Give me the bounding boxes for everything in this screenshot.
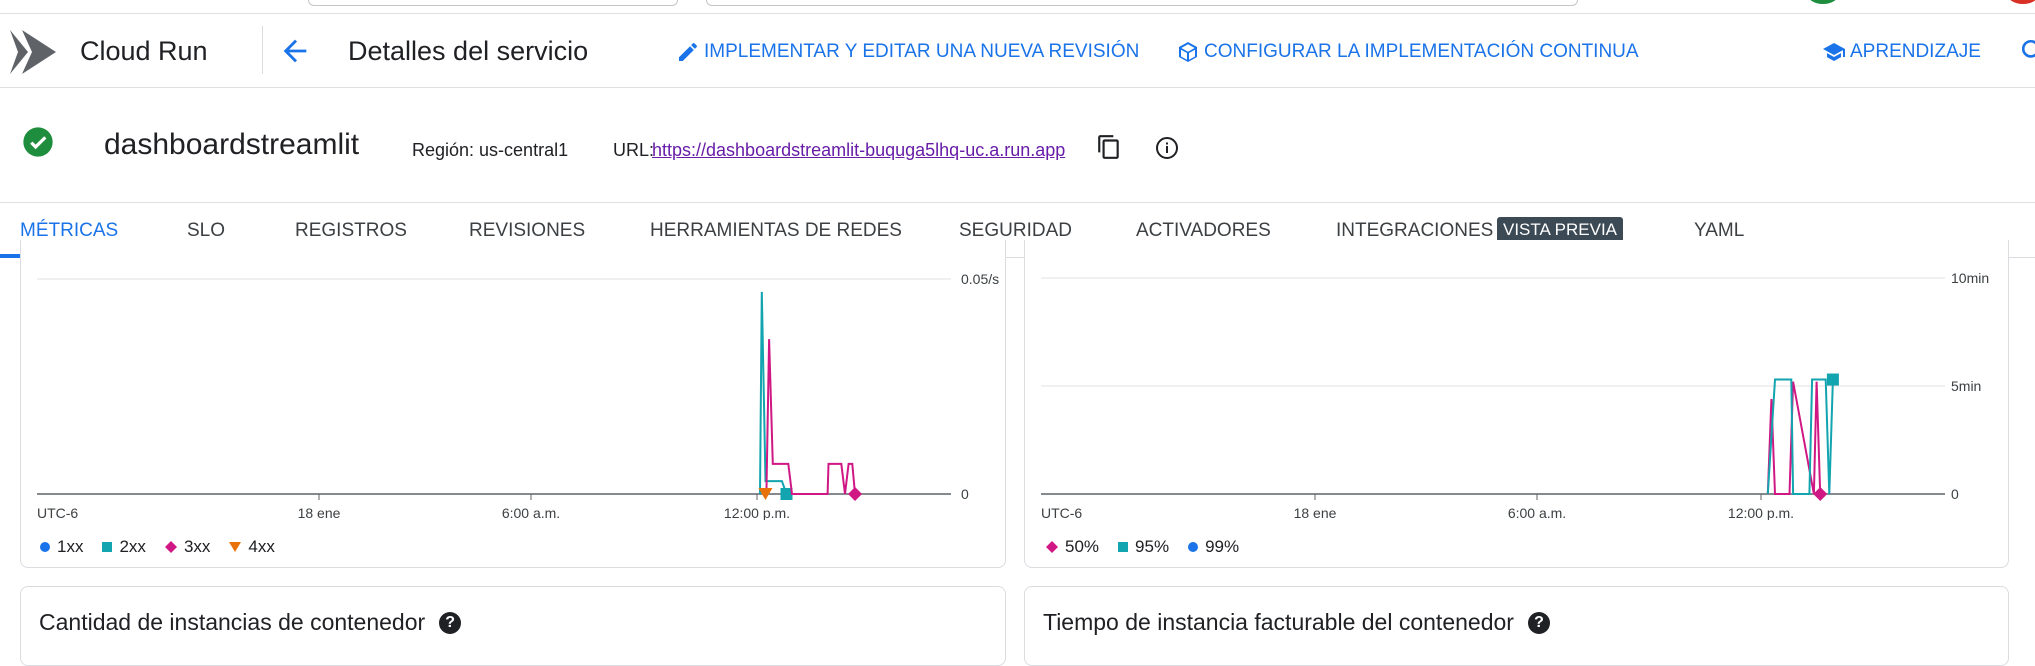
service-summary: dashboardstreamlit Región: us-central1 U… bbox=[0, 88, 2035, 202]
tab-seguridad[interactable]: SEGURIDAD bbox=[959, 220, 1072, 242]
deploy-new-revision-button[interactable]: IMPLEMENTAR Y EDITAR UNA NUEVA REVISIÓN bbox=[676, 40, 1139, 64]
info-icon[interactable] bbox=[1155, 136, 1179, 165]
cloud-run-logo-icon bbox=[10, 28, 56, 81]
divider bbox=[262, 26, 263, 74]
global-search-box[interactable] bbox=[706, 0, 1578, 6]
y-tick-label: 0 bbox=[1951, 486, 1959, 502]
y-tick-label: 0.05/s bbox=[961, 271, 999, 287]
request-count-legend: 1xx 2xx 3xx 4xx bbox=[39, 537, 275, 557]
tab-integraciones[interactable]: INTEGRACIONES bbox=[1336, 220, 1493, 242]
diamond-marker-icon bbox=[1046, 541, 1058, 553]
latency-legend: 50% 95% 99% bbox=[1045, 537, 1239, 557]
series-line-95% bbox=[1766, 378, 1834, 495]
help-icon[interactable]: ? bbox=[439, 611, 462, 634]
instance-count-card: Cantidad de instancias de contenedor ? bbox=[20, 586, 1006, 666]
legend-label: 99% bbox=[1205, 537, 1240, 556]
latency-chart-card: 0 5min 10min UTC-6 18 ene 6:00 a.m. 12:00 p.m.… bbox=[1024, 240, 2009, 568]
y-tick-label: 10min bbox=[1951, 270, 1989, 286]
square-marker-icon bbox=[1118, 542, 1129, 552]
status-indicator bbox=[1808, 0, 1838, 4]
legend-item-95[interactable]: 95% bbox=[1117, 537, 1169, 557]
school-icon bbox=[1823, 43, 1845, 61]
x-tick-label: 6:00 a.m. bbox=[1508, 505, 1566, 520]
account-avatar[interactable] bbox=[2008, 0, 2035, 4]
pencil-icon bbox=[679, 42, 698, 61]
billable-instance-time-title: Tiempo de instancia facturable del conte… bbox=[1043, 609, 1550, 636]
series-marker-3xx bbox=[848, 487, 863, 501]
card-title-text: Tiempo de instancia facturable del conte… bbox=[1043, 609, 1514, 635]
x-tick-label: 12:00 p.m. bbox=[724, 505, 790, 520]
billable-instance-time-card: Tiempo de instancia facturable del conte… bbox=[1024, 586, 2009, 666]
request-count-chart-card: 0 0.05/s UTC-6 18 ene 6:00 a.m. 12:00 p.m. 1x… bbox=[20, 240, 1006, 568]
card-title-text: Cantidad de instancias de contenedor bbox=[39, 609, 426, 635]
legend-item-1xx[interactable]: 1xx bbox=[39, 537, 83, 557]
legend-item-50[interactable]: 50% bbox=[1045, 537, 1099, 557]
tab-activadores[interactable]: ACTIVADORES bbox=[1136, 220, 1271, 242]
project-selector[interactable] bbox=[308, 0, 678, 6]
help-icon[interactable]: ? bbox=[1527, 611, 1550, 634]
x-tick-label: 6:00 a.m. bbox=[502, 505, 560, 520]
x-tick-label: UTC-6 bbox=[37, 505, 78, 520]
tab-revisiones[interactable]: REVISIONES bbox=[469, 220, 585, 242]
x-tick-label: 18 ene bbox=[1294, 505, 1337, 520]
product-name: Cloud Run bbox=[80, 36, 208, 66]
legend-item-99[interactable]: 99% bbox=[1187, 537, 1239, 557]
legend-item-3xx[interactable]: 3xx bbox=[164, 537, 210, 557]
diamond-marker-icon bbox=[164, 541, 177, 553]
service-name: dashboardstreamlit bbox=[104, 128, 360, 161]
series-marker-50% bbox=[1813, 487, 1828, 501]
tab-yaml[interactable]: YAML bbox=[1694, 220, 1744, 242]
instance-count-title: Cantidad de instancias de contenedor ? bbox=[39, 609, 462, 636]
y-tick-label: 5min bbox=[1951, 378, 1981, 394]
search-icon[interactable] bbox=[2020, 38, 2035, 69]
tab-slo[interactable]: SLO bbox=[187, 220, 225, 242]
x-tick-label: UTC-6 bbox=[1041, 505, 1082, 520]
tab-herramientas-de-redes[interactable]: HERRAMIENTAS DE REDES bbox=[650, 220, 902, 242]
app-bar: Cloud Run Detalles del servicio IMPLEMEN… bbox=[0, 14, 2035, 88]
service-url-link[interactable]: https://dashboardstreamlit-buquga5lhq-uc… bbox=[652, 140, 1065, 161]
series-line-3xx bbox=[765, 339, 856, 495]
top-strip bbox=[0, 0, 2035, 14]
setup-continuous-deployment-label: CONFIGURAR LA IMPLEMENTACIÓN CONTINUA bbox=[1204, 41, 1639, 62]
x-tick-label: 18 ene bbox=[298, 505, 341, 520]
request-count-chart: 0 0.05/s UTC-6 18 ene 6:00 a.m. 12:00 p.m. bbox=[37, 271, 999, 520]
service-region: Región: us-central1 bbox=[412, 140, 569, 160]
back-arrow-icon[interactable] bbox=[278, 34, 312, 68]
latency-chart: 0 5min 10min UTC-6 18 ene 6:00 a.m. 12:00 p.m. bbox=[1041, 270, 1989, 520]
x-tick-label: 12:00 p.m. bbox=[1728, 505, 1794, 520]
legend-label: 95% bbox=[1135, 537, 1170, 556]
tab-metricas[interactable]: MÉTRICAS bbox=[20, 220, 118, 242]
legend-label: 3xx bbox=[183, 537, 211, 556]
square-marker-icon bbox=[102, 542, 113, 552]
url-label: URL: bbox=[613, 140, 655, 160]
learning-label: APRENDIZAJE bbox=[1850, 41, 1981, 62]
tab-registros[interactable]: REGISTROS bbox=[295, 220, 407, 242]
legend-label: 4xx bbox=[248, 537, 275, 556]
circle-marker-icon bbox=[40, 542, 50, 552]
check-circle-icon bbox=[22, 126, 54, 163]
legend-label: 50% bbox=[1065, 537, 1100, 556]
deploy-new-revision-label: IMPLEMENTAR Y EDITAR UNA NUEVA REVISIÓN bbox=[704, 41, 1140, 62]
page-title: Detalles del servicio bbox=[348, 36, 589, 66]
legend-label: 2xx bbox=[119, 537, 146, 556]
circle-marker-icon bbox=[1188, 542, 1199, 552]
setup-continuous-deployment-button[interactable]: CONFIGURAR LA IMPLEMENTACIÓN CONTINUA bbox=[1176, 40, 1639, 64]
learning-button[interactable]: APRENDIZAJE bbox=[1822, 40, 1981, 64]
legend-item-2xx[interactable]: 2xx bbox=[101, 537, 146, 557]
series-marker-95% bbox=[1826, 373, 1839, 386]
legend-label: 1xx bbox=[57, 537, 84, 556]
triangle-marker-icon bbox=[229, 542, 242, 552]
legend-item-4xx[interactable]: 4xx bbox=[228, 537, 275, 557]
copy-icon[interactable] bbox=[1096, 134, 1122, 165]
y-tick-label: 0 bbox=[961, 486, 969, 502]
cube-gear-icon bbox=[1179, 42, 1197, 62]
